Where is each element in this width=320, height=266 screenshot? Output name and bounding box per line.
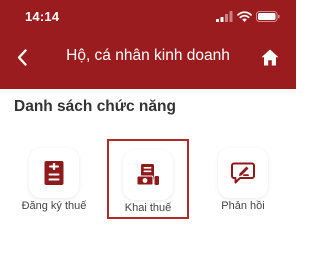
function-card [29, 148, 79, 198]
nav-bar: Hộ, cá nhân kinh doanh [0, 36, 296, 89]
status-bar: 14:14 [0, 0, 296, 36]
document-list-icon [44, 161, 64, 185]
function-item-phan-hoi[interactable]: Phản hồi [202, 139, 284, 219]
function-item-khai-thue[interactable]: Khai thuế [107, 139, 189, 219]
function-card [218, 148, 268, 198]
tax-declaration-icon [136, 163, 160, 187]
function-card [123, 150, 173, 200]
app-header: 14:14 Hộ, cá nhân kinh doanh [0, 0, 296, 89]
status-icons [216, 10, 280, 22]
page-title: Hộ, cá nhân kinh doanh [66, 47, 230, 64]
function-label: Khai thuế [124, 202, 172, 214]
home-button[interactable] [258, 46, 282, 70]
status-time: 14:14 [25, 9, 60, 24]
feedback-edit-icon [231, 162, 255, 184]
section-title: Danh sách chức năng [14, 98, 176, 115]
signal-icon [216, 10, 233, 22]
function-label: Đăng ký thuế [21, 200, 87, 212]
home-icon [258, 49, 282, 66]
wifi-icon [237, 10, 252, 22]
function-item-dang-ky-thue[interactable]: Đăng ký thuế [13, 139, 95, 219]
battery-icon [256, 10, 280, 22]
function-label: Phản hồi [221, 200, 265, 212]
